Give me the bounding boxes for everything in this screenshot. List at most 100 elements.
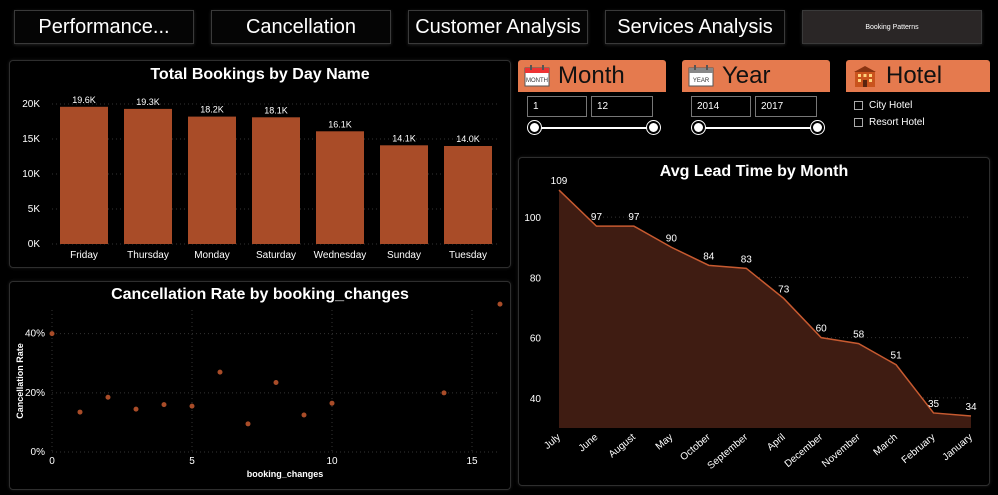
y-tick-label: 5K xyxy=(28,204,41,215)
hotel-option-label: City Hotel xyxy=(869,99,913,111)
hotel-slicer-title: Hotel xyxy=(886,62,943,89)
month-to-input[interactable]: 12 xyxy=(591,96,653,117)
year-slicer-header: YEAR Year xyxy=(682,60,830,92)
x-tick-label: February xyxy=(900,432,938,466)
year-to-input[interactable]: 2017 xyxy=(755,96,817,117)
bar xyxy=(252,117,300,244)
bookings-by-day-panel: Total Bookings by Day Name 0K 5K 10K 15K 20K… xyxy=(9,60,511,268)
x-tick-label: 15 xyxy=(466,456,478,467)
bookings-bar-chart: 0K 5K 10K 15K 20K 19.6K Friday 19.3K Thursday 18.… xyxy=(22,95,500,261)
data-label: 109 xyxy=(551,176,568,187)
y-tick-label: 60 xyxy=(530,334,542,345)
x-tick-label: Tuesday xyxy=(449,250,487,261)
bar-data-label: 19.6K xyxy=(72,95,96,105)
tab-booking-patterns[interactable]: Booking Patterns xyxy=(802,10,982,44)
month-slicer-title: Month xyxy=(558,62,625,89)
x-tick-label: Sunday xyxy=(387,250,421,261)
scatter-point xyxy=(301,412,307,418)
x-tick-label: Monday xyxy=(194,250,230,261)
year-slicer[interactable]: YEAR Year 2014 2017 xyxy=(682,60,830,144)
year-slider-track[interactable] xyxy=(698,127,818,129)
x-tick-label: July xyxy=(542,432,563,452)
year-slider-end-handle[interactable] xyxy=(810,120,825,135)
x-tick-label: Friday xyxy=(70,250,98,261)
year-from-input[interactable]: 2014 xyxy=(691,96,751,117)
y-tick-label: 80 xyxy=(530,273,542,284)
bar-data-label: 14.0K xyxy=(456,134,480,144)
tab-customer-analysis[interactable]: Customer Analysis xyxy=(408,10,588,44)
month-slicer[interactable]: MONTH Month 1 12 xyxy=(518,60,666,144)
bar-data-label: 16.1K xyxy=(328,119,352,129)
bar xyxy=(188,116,236,244)
data-label: 73 xyxy=(778,284,790,295)
x-tick-label: 0 xyxy=(49,456,55,467)
y-tick-label: 10K xyxy=(22,169,40,180)
scatter-point xyxy=(497,301,503,307)
x-axis-label: booking_changes xyxy=(247,469,324,479)
y-tick-label: 20K xyxy=(22,99,40,110)
checkbox-icon[interactable] xyxy=(854,100,863,110)
x-tick-label: 10 xyxy=(326,456,338,467)
tab-performance[interactable]: Performance... xyxy=(14,10,194,44)
scatter-point xyxy=(245,421,251,427)
y-axis-label: Cancellation Rate xyxy=(15,343,25,419)
hotel-option-resort[interactable]: Resort Hotel xyxy=(854,115,990,129)
month-slicer-header: MONTH Month xyxy=(518,60,666,92)
data-label: 97 xyxy=(628,212,640,223)
y-tick-label: 40% xyxy=(25,329,45,340)
scatter-point xyxy=(189,403,195,409)
hotel-slicer[interactable]: Hotel City Hotel Resort Hotel xyxy=(846,60,990,144)
data-label: 58 xyxy=(853,330,865,341)
month-from-input[interactable]: 1 xyxy=(527,96,587,117)
y-tick-label: 0K xyxy=(28,239,41,250)
year-slider-start-handle[interactable] xyxy=(691,120,706,135)
data-label: 90 xyxy=(666,233,678,244)
x-tick-label: Thursday xyxy=(127,250,169,261)
bar xyxy=(380,145,428,244)
scatter-point xyxy=(49,331,55,337)
bar-data-label: 18.2K xyxy=(200,105,224,115)
data-label: 84 xyxy=(703,251,715,262)
x-tick-label: May xyxy=(654,432,676,453)
bar xyxy=(316,131,364,244)
x-tick-label: January xyxy=(941,432,975,463)
data-label: 35 xyxy=(928,399,940,410)
bar-data-label: 19.3K xyxy=(136,97,160,107)
data-label: 51 xyxy=(891,351,903,362)
scatter-point xyxy=(441,390,447,396)
x-tick-label: April xyxy=(765,432,787,453)
data-label: 60 xyxy=(816,324,828,335)
calendar-year-icon: YEAR xyxy=(688,65,714,87)
scatter-point xyxy=(161,402,167,408)
scatter-point xyxy=(273,379,279,385)
lead-time-panel: Avg Lead Time by Month 40 60 80 100 109 July 9… xyxy=(518,157,990,486)
x-tick-label: Saturday xyxy=(256,250,296,261)
scatter-point xyxy=(329,400,335,406)
data-label: 97 xyxy=(591,212,603,223)
bar-data-label: 18.1K xyxy=(264,105,288,115)
cancellation-scatter-chart: 0% 20% 40% 0 5 10 15 booking_changes Cancellatio… xyxy=(15,301,503,479)
bar xyxy=(124,108,172,245)
calendar-month-icon: MONTH xyxy=(524,65,550,87)
y-tick-label: 100 xyxy=(524,213,541,224)
x-tick-label: June xyxy=(577,432,601,455)
hotel-option-city[interactable]: City Hotel xyxy=(854,98,990,112)
x-tick-label: 5 xyxy=(189,456,195,467)
tab-cancellation[interactable]: Cancellation xyxy=(211,10,391,44)
checkbox-icon[interactable] xyxy=(854,117,863,127)
bar xyxy=(60,106,108,244)
month-slider-start-handle[interactable] xyxy=(527,120,542,135)
x-tick-label: Wednesday xyxy=(314,250,367,261)
hotel-option-label: Resort Hotel xyxy=(869,116,925,128)
month-slider-end-handle[interactable] xyxy=(646,120,661,135)
y-tick-label: 15K xyxy=(22,134,40,145)
x-tick-label: August xyxy=(607,432,638,461)
x-tick-label: October xyxy=(678,431,713,463)
tab-services-analysis[interactable]: Services Analysis xyxy=(605,10,785,44)
month-slider-track[interactable] xyxy=(534,127,654,129)
lead-time-area-chart: 40 60 80 100 109 July 97 June 97 August 90 May 84 Oct… xyxy=(524,176,977,472)
bar xyxy=(444,146,492,244)
x-tick-label: September xyxy=(706,431,751,471)
x-tick-label: November xyxy=(820,431,863,470)
year-slicer-title: Year xyxy=(722,62,771,89)
